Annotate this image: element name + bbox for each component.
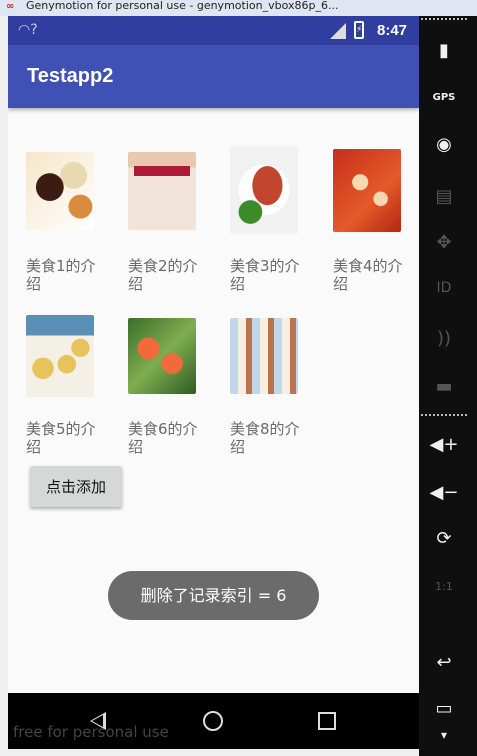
back-icon[interactable]: ↩ xyxy=(419,652,469,673)
clock: 8:47 xyxy=(377,22,408,39)
grid-item-caption: 美食1的介绍 xyxy=(26,257,96,293)
food-3-image xyxy=(230,146,298,234)
grid-item-caption: 美食6的介绍 xyxy=(128,420,198,456)
food-8-image xyxy=(230,318,298,394)
window-titlebar: ∞ Genymotion for personal use - genymotio… xyxy=(0,0,477,16)
volume-up-icon[interactable]: ◀+ xyxy=(419,434,469,455)
volume-down-icon[interactable]: ◀− xyxy=(419,482,469,503)
food-1-image xyxy=(26,152,94,230)
home-icon[interactable] xyxy=(203,711,223,731)
pixel-perfect-icon[interactable]: 1:1 xyxy=(419,580,469,593)
grid-item-caption: 美食2的介绍 xyxy=(128,257,198,293)
id-icon[interactable]: ID xyxy=(419,280,469,296)
signal-icon xyxy=(330,23,346,39)
food-5-image xyxy=(26,315,94,397)
menu-icon[interactable]: ▭ xyxy=(419,698,469,719)
rotate-icon[interactable]: ⟳ xyxy=(419,528,469,549)
battery-icon: ⚡ xyxy=(354,21,364,39)
webcam-icon[interactable]: ◉ xyxy=(419,134,469,155)
grid-item-caption: 美食5的介绍 xyxy=(26,420,96,456)
grid-item-caption: 美食4的介绍 xyxy=(333,257,403,293)
wifi-icon: ◠? xyxy=(18,22,38,38)
divider xyxy=(421,414,467,416)
food-6-image xyxy=(128,318,196,394)
status-bar: ◠? ⚡ 8:47 xyxy=(8,16,419,45)
android-screen: ◠? ⚡ 8:47 Testapp2 美食1的介绍 美食2的介绍 美食3的介绍 … xyxy=(8,16,419,693)
add-button[interactable]: 点击添加 xyxy=(30,466,122,507)
battery-icon[interactable]: ▮ xyxy=(419,40,469,61)
grid-item-caption: 美食8的介绍 xyxy=(230,420,300,456)
home-icon[interactable]: ▾ xyxy=(419,728,469,742)
rss-icon[interactable]: )) xyxy=(419,328,469,349)
recent-apps-icon[interactable] xyxy=(318,712,336,730)
toast-message: 删除了记录索引 = 6 xyxy=(108,571,319,620)
sms-icon[interactable]: ▬ xyxy=(419,376,469,397)
dpad-icon[interactable]: ✥ xyxy=(419,232,469,253)
watermark-text: free for personal use xyxy=(13,723,169,741)
window-title: Genymotion for personal use - genymotion… xyxy=(26,0,339,12)
genymotion-sidebar: ▮ GPS ◉ ▤ ✥ ID )) ▬ ◀+ ◀− ⟳ 1:1 ↩ ▭ ▾ xyxy=(419,16,477,756)
app-title: Testapp2 xyxy=(27,65,114,87)
genymotion-logo-icon: ∞ xyxy=(6,1,15,12)
divider xyxy=(421,18,467,20)
clapper-icon[interactable]: ▤ xyxy=(419,186,469,207)
food-2-image xyxy=(128,152,196,230)
gps-icon[interactable]: GPS xyxy=(419,92,469,103)
grid-item-caption: 美食3的介绍 xyxy=(230,257,300,293)
food-4-image xyxy=(333,149,401,232)
app-bar: Testapp2 xyxy=(8,45,419,108)
